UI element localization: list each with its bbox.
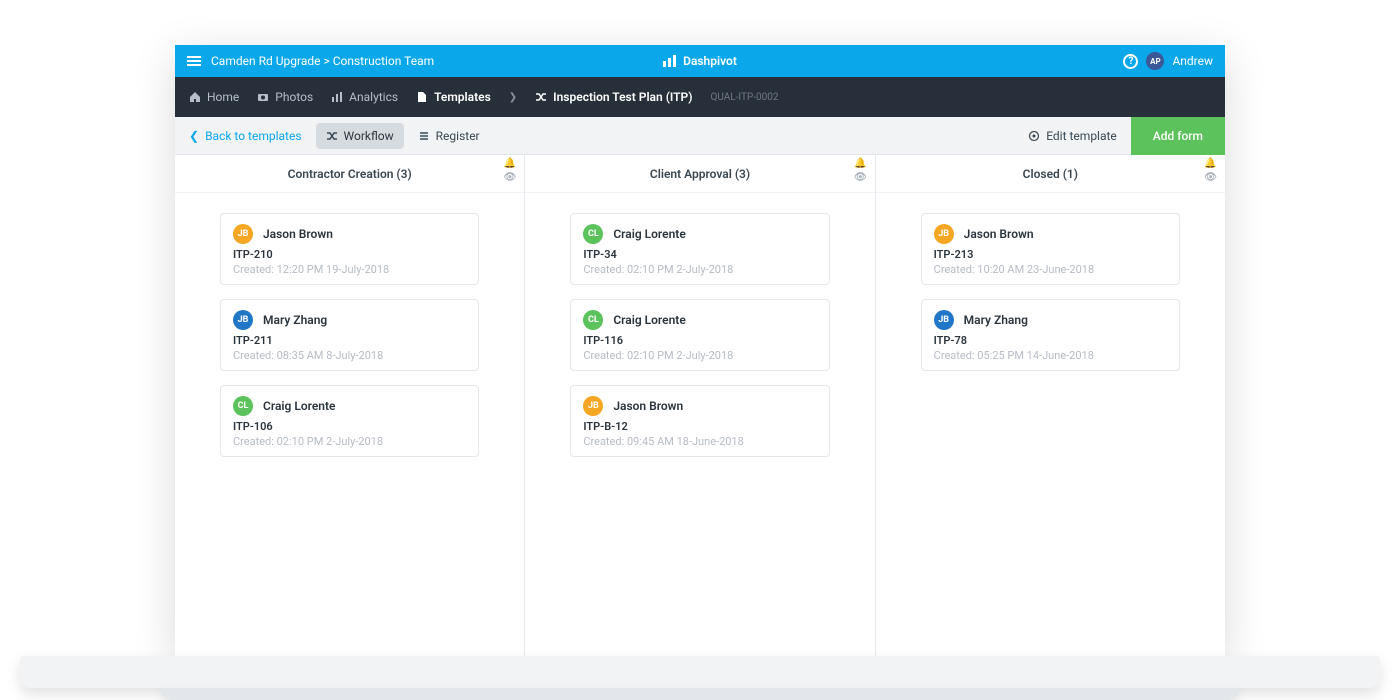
card-reference: ITP-78 bbox=[934, 334, 1167, 347]
card-meta: Created: 02:10 PM 2-July-2018 bbox=[583, 349, 816, 362]
register-tab[interactable]: Register bbox=[408, 123, 490, 149]
device-stand bbox=[160, 688, 1240, 700]
card-user-name: Craig Lorente bbox=[613, 313, 685, 327]
nav-analytics[interactable]: Analytics bbox=[331, 90, 398, 104]
shuffle-icon bbox=[326, 130, 338, 142]
file-icon bbox=[416, 91, 428, 103]
kanban-column: Closed (1) 🔔 👁 JB Jason Brown ITP-213 Created:… bbox=[876, 155, 1225, 656]
card-meta: Created: 09:45 AM 18-June-2018 bbox=[583, 435, 816, 448]
user-badge: CL bbox=[583, 224, 603, 244]
card-reference: ITP-116 bbox=[583, 334, 816, 347]
bars-icon bbox=[663, 55, 677, 67]
user-badge: JB bbox=[934, 310, 954, 330]
toolbar: ❮ Back to templates Workflow Register Ed… bbox=[175, 117, 1225, 155]
menu-icon[interactable] bbox=[187, 56, 201, 66]
home-icon bbox=[189, 91, 201, 103]
user-badge: CL bbox=[583, 310, 603, 330]
kanban-column: Contractor Creation (3) 🔔 👁 JB Jason Brown IT… bbox=[175, 155, 525, 656]
user-avatar[interactable]: AP bbox=[1146, 52, 1164, 70]
camera-icon bbox=[257, 91, 269, 103]
gear-icon bbox=[1028, 130, 1040, 142]
add-form-button[interactable]: Add form bbox=[1131, 117, 1225, 155]
card-reference: ITP-B-12 bbox=[583, 420, 816, 433]
form-card[interactable]: JB Jason Brown ITP-213 Created: 10:20 AM 23… bbox=[921, 213, 1180, 285]
card-reference: ITP-34 bbox=[583, 248, 816, 261]
user-badge: JB bbox=[583, 396, 603, 416]
column-header: Client Approval (3) 🔔 👁 bbox=[525, 155, 874, 193]
form-card[interactable]: CL Craig Lorente ITP-34 Created: 02:10 PM 2… bbox=[570, 213, 829, 285]
column-header: Contractor Creation (3) 🔔 👁 bbox=[175, 155, 524, 193]
card-reference: ITP-106 bbox=[233, 420, 466, 433]
cards-container: CL Craig Lorente ITP-34 Created: 02:10 PM 2… bbox=[525, 193, 874, 477]
app-logo: Dashpivot bbox=[663, 54, 737, 68]
device-stand bbox=[20, 656, 1380, 688]
chevron-left-icon: ❮ bbox=[189, 129, 199, 143]
form-card[interactable]: JB Jason Brown ITP-B-12 Created: 09:45 AM 1… bbox=[570, 385, 829, 457]
nav-photos[interactable]: Photos bbox=[257, 90, 313, 104]
user-name[interactable]: Andrew bbox=[1172, 54, 1213, 68]
form-card[interactable]: JB Jason Brown ITP-210 Created: 12:20 PM 19… bbox=[220, 213, 479, 285]
column-header: Closed (1) 🔔 👁 bbox=[876, 155, 1225, 193]
card-meta: Created: 02:10 PM 2-July-2018 bbox=[233, 435, 466, 448]
template-code: QUAL-ITP-0002 bbox=[710, 92, 778, 103]
bell-icon[interactable]: 🔔 bbox=[854, 158, 867, 169]
card-user-name: Mary Zhang bbox=[964, 313, 1028, 327]
eye-icon[interactable]: 👁 bbox=[504, 172, 517, 183]
card-user-name: Mary Zhang bbox=[263, 313, 327, 327]
column-title: Contractor Creation (3) bbox=[288, 167, 412, 181]
eye-icon[interactable]: 👁 bbox=[854, 172, 867, 183]
kanban-column: Client Approval (3) 🔔 👁 CL Craig Lorente ITP-… bbox=[525, 155, 875, 656]
bell-icon[interactable]: 🔔 bbox=[1204, 158, 1217, 169]
edit-template-button[interactable]: Edit template bbox=[1014, 129, 1131, 143]
cards-container: JB Jason Brown ITP-213 Created: 10:20 AM 23… bbox=[876, 193, 1225, 391]
form-card[interactable]: CL Craig Lorente ITP-106 Created: 02:10 PM … bbox=[220, 385, 479, 457]
bell-icon[interactable]: 🔔 bbox=[504, 158, 517, 169]
form-card[interactable]: JB Mary Zhang ITP-78 Created: 05:25 PM 14-J… bbox=[921, 299, 1180, 371]
breadcrumb[interactable]: Camden Rd Upgrade > Construction Team bbox=[211, 54, 434, 68]
card-meta: Created: 08:35 AM 8-July-2018 bbox=[233, 349, 466, 362]
card-user-name: Jason Brown bbox=[964, 227, 1034, 241]
nav-template-name[interactable]: Inspection Test Plan (ITP) bbox=[535, 90, 692, 104]
chevron-right-icon: ❯ bbox=[509, 92, 517, 103]
topbar: Camden Rd Upgrade > Construction Team Da… bbox=[175, 45, 1225, 77]
app-window: Camden Rd Upgrade > Construction Team Da… bbox=[175, 45, 1225, 656]
help-icon[interactable]: ? bbox=[1123, 54, 1138, 69]
form-card[interactable]: CL Craig Lorente ITP-116 Created: 02:10 PM … bbox=[570, 299, 829, 371]
card-user-name: Craig Lorente bbox=[263, 399, 335, 413]
user-badge: CL bbox=[233, 396, 253, 416]
kanban-board: Contractor Creation (3) 🔔 👁 JB Jason Brown IT… bbox=[175, 155, 1225, 656]
card-meta: Created: 12:20 PM 19-July-2018 bbox=[233, 263, 466, 276]
card-meta: Created: 05:25 PM 14-June-2018 bbox=[934, 349, 1167, 362]
column-title: Client Approval (3) bbox=[650, 167, 750, 181]
column-title: Closed (1) bbox=[1023, 167, 1078, 181]
cards-container: JB Jason Brown ITP-210 Created: 12:20 PM 19… bbox=[175, 193, 524, 477]
card-reference: ITP-210 bbox=[233, 248, 466, 261]
list-icon bbox=[418, 130, 430, 142]
card-meta: Created: 10:20 AM 23-June-2018 bbox=[934, 263, 1167, 276]
card-user-name: Craig Lorente bbox=[613, 227, 685, 241]
shuffle-icon bbox=[535, 91, 547, 103]
chart-icon bbox=[331, 91, 343, 103]
card-reference: ITP-213 bbox=[934, 248, 1167, 261]
user-badge: JB bbox=[233, 224, 253, 244]
eye-icon[interactable]: 👁 bbox=[1204, 172, 1217, 183]
back-link[interactable]: ❮ Back to templates bbox=[175, 129, 316, 143]
card-meta: Created: 02:10 PM 2-July-2018 bbox=[583, 263, 816, 276]
user-badge: JB bbox=[934, 224, 954, 244]
app-name: Dashpivot bbox=[683, 54, 737, 68]
form-card[interactable]: JB Mary Zhang ITP-211 Created: 08:35 AM 8-J… bbox=[220, 299, 479, 371]
nav-home[interactable]: Home bbox=[189, 90, 239, 104]
card-reference: ITP-211 bbox=[233, 334, 466, 347]
user-badge: JB bbox=[233, 310, 253, 330]
main-nav: Home Photos Analytics Templates ❯ Inspec… bbox=[175, 77, 1225, 117]
workflow-tab[interactable]: Workflow bbox=[316, 123, 404, 149]
nav-templates[interactable]: Templates bbox=[416, 90, 491, 104]
card-user-name: Jason Brown bbox=[263, 227, 333, 241]
card-user-name: Jason Brown bbox=[613, 399, 683, 413]
